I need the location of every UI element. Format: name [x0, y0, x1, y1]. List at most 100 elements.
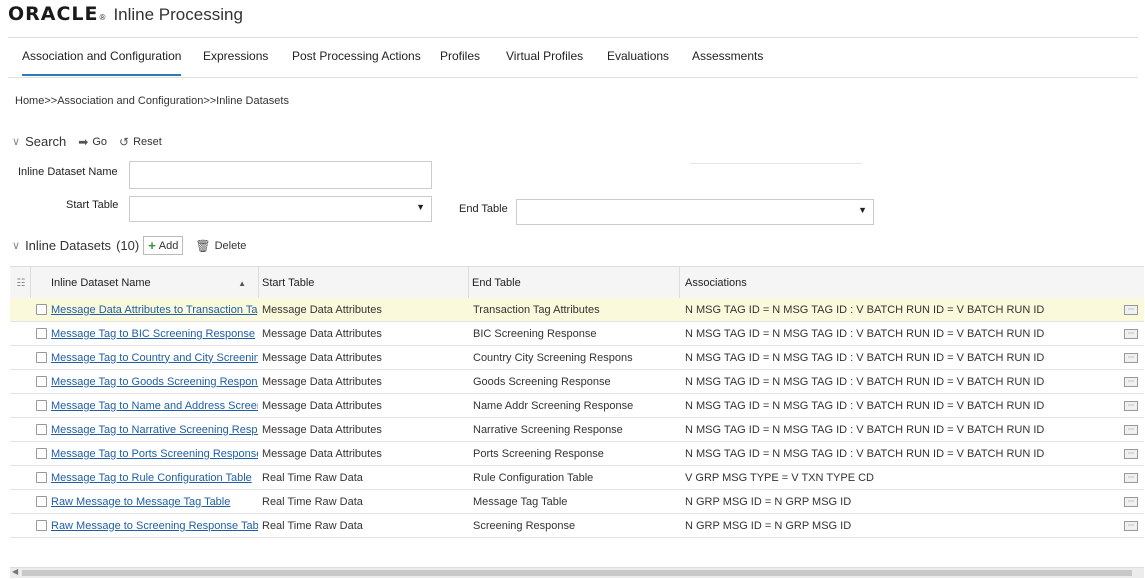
detail-icon[interactable]: ⋯ [1124, 304, 1138, 315]
column-picker-icon[interactable]: ☷ [10, 267, 30, 299]
detail-icon[interactable]: ⋯ [1124, 448, 1138, 459]
tab-evaluations[interactable]: Evaluations [607, 49, 669, 63]
detail-icon[interactable]: ⋯ [1124, 496, 1138, 507]
table-row[interactable]: Message Tag to Narrative Screening Respo… [10, 418, 1144, 442]
table-row[interactable]: Message Data Attributes to Transaction T… [10, 298, 1144, 322]
breadcrumb: Home>>Association and Configuration>>Inl… [15, 95, 289, 107]
app-title: Inline Processing [113, 5, 243, 24]
end-table-value: Country City Screening Respons [473, 351, 633, 364]
table-row[interactable]: Message Tag to Goods Screening Response M… [10, 370, 1144, 394]
end-table-value: BIC Screening Response [473, 327, 597, 340]
end-table-value: Ports Screening Response [473, 447, 604, 460]
row-checkbox[interactable] [35, 376, 47, 387]
associations-value: N MSG TAG ID = N MSG TAG ID : V BATCH RU… [685, 423, 1045, 436]
add-button[interactable]: + Add [143, 236, 184, 255]
app-header: ORACLE ® Inline Processing [0, 0, 1145, 36]
start-table-value: Message Data Attributes [262, 399, 382, 412]
detail-icon[interactable]: ⋯ [1124, 328, 1138, 339]
dataset-name-link[interactable]: Message Tag to Name and Address Screenin… [51, 400, 258, 412]
datasets-section-header: ∨ Inline Datasets (10) + Add 🗑 Delete [12, 236, 246, 255]
associations-value: N MSG TAG ID = N MSG TAG ID : V BATCH RU… [685, 303, 1045, 316]
plus-icon: + [148, 238, 156, 253]
associations-value: V GRP MSG TYPE = V TXN TYPE CD [685, 471, 874, 484]
detail-icon[interactable]: ⋯ [1124, 520, 1138, 531]
start-table-value: Message Data Attributes [262, 327, 382, 340]
table-row[interactable]: Message Tag to BIC Screening Response Mes… [10, 322, 1144, 346]
dataset-name-link[interactable]: Message Tag to Goods Screening Response [51, 376, 258, 388]
row-checkbox[interactable] [35, 352, 47, 363]
dataset-name-link[interactable]: Message Tag to Country and City Screenin… [51, 352, 258, 364]
column-header-start-table[interactable]: Start Table [258, 267, 468, 299]
row-checkbox[interactable] [35, 328, 47, 339]
search-section-header: ∨ Search ➡ Go ↺ Reset [12, 134, 162, 149]
tab-bar: Association and Configuration Expression… [8, 37, 1138, 78]
start-table-value: Real Time Raw Data [262, 495, 363, 508]
table-row[interactable]: Raw Message to Message Tag Table Real Tim… [10, 490, 1144, 514]
associations-value: N GRP MSG ID = N GRP MSG ID [685, 495, 852, 508]
go-arrow-icon: ➡ [78, 134, 89, 149]
tab-expressions[interactable]: Expressions [203, 49, 268, 63]
dataset-name-link[interactable]: Message Data Attributes to Transaction T… [51, 304, 258, 316]
start-table-value: Message Data Attributes [262, 375, 382, 388]
row-checkbox[interactable] [35, 304, 47, 315]
end-table-value: Goods Screening Response [473, 375, 611, 388]
row-checkbox[interactable] [35, 496, 47, 507]
row-checkbox[interactable] [35, 424, 47, 435]
row-checkbox[interactable] [35, 400, 47, 411]
scroll-thumb[interactable] [22, 570, 1132, 576]
datasets-title: Inline Datasets [25, 238, 112, 253]
row-checkbox[interactable] [35, 448, 47, 459]
end-table-label: End Table [459, 203, 508, 215]
dropdown-arrow-icon: ▼ [858, 205, 867, 215]
start-table-value: Real Time Raw Data [262, 471, 363, 484]
dataset-name-link[interactable]: Raw Message to Screening Response Table [51, 520, 258, 532]
chevron-down-icon[interactable]: ∨ [12, 135, 20, 148]
dataset-name-link[interactable]: Message Tag to Ports Screening Response [51, 448, 258, 460]
table-row[interactable]: Message Tag to Ports Screening Response M… [10, 442, 1144, 466]
reset-button[interactable]: ↺ Reset [119, 135, 162, 149]
start-table-value: Message Data Attributes [262, 447, 382, 460]
end-table-select[interactable]: ▼ [516, 199, 874, 225]
dataset-name-link[interactable]: Message Tag to Rule Configuration Table [51, 472, 252, 484]
table-row[interactable]: Message Tag to Rule Configuration Table R… [10, 466, 1144, 490]
detail-icon[interactable]: ⋯ [1124, 376, 1138, 387]
detail-icon[interactable]: ⋯ [1124, 352, 1138, 363]
tab-profiles[interactable]: Profiles [440, 49, 480, 63]
logo-word: ORACLE [8, 3, 99, 25]
datasets-count: (10) [116, 238, 140, 253]
sort-ascending-icon[interactable]: ▲ [238, 279, 246, 288]
table-row[interactable]: Raw Message to Screening Response Table R… [10, 514, 1144, 538]
tab-association-and-configuration[interactable]: Association and Configuration [22, 49, 182, 76]
end-table-value: Transaction Tag Attributes [473, 303, 600, 316]
detail-icon[interactable]: ⋯ [1124, 472, 1138, 483]
dropdown-arrow-icon: ▼ [416, 202, 425, 212]
row-checkbox[interactable] [35, 472, 47, 483]
start-table-select[interactable]: ▼ [129, 196, 432, 222]
go-button[interactable]: ➡ Go [78, 135, 107, 149]
tab-post-processing-actions[interactable]: Post Processing Actions [292, 49, 421, 63]
delete-button[interactable]: 🗑 Delete [195, 239, 246, 253]
horizontal-scrollbar[interactable]: ◀ [10, 567, 1144, 578]
associations-value: N MSG TAG ID = N MSG TAG ID : V BATCH RU… [685, 375, 1045, 388]
column-header-associations[interactable]: Associations [679, 267, 1144, 299]
reset-icon: ↺ [119, 134, 130, 149]
column-header-name[interactable]: Inline Dataset Name ▲ [30, 267, 258, 299]
column-header-end-table[interactable]: End Table [468, 267, 679, 299]
tab-assessments[interactable]: Assessments [692, 49, 763, 63]
dataset-name-link[interactable]: Message Tag to BIC Screening Response [51, 328, 255, 340]
table-row[interactable]: Message Tag to Name and Address Screenin… [10, 394, 1144, 418]
dataset-name-input[interactable] [129, 161, 432, 189]
row-checkbox[interactable] [35, 520, 47, 531]
tab-virtual-profiles[interactable]: Virtual Profiles [506, 49, 583, 63]
oracle-logo: ORACLE ® Inline Processing [8, 3, 243, 25]
start-table-value: Real Time Raw Data [262, 519, 363, 532]
detail-icon[interactable]: ⋯ [1124, 424, 1138, 435]
detail-icon[interactable]: ⋯ [1124, 400, 1138, 411]
dataset-name-link[interactable]: Raw Message to Message Tag Table [51, 496, 230, 508]
chevron-down-icon[interactable]: ∨ [12, 239, 20, 252]
scroll-left-icon[interactable]: ◀ [12, 567, 18, 576]
start-table-value: Message Data Attributes [262, 423, 382, 436]
table-row[interactable]: Message Tag to Country and City Screenin… [10, 346, 1144, 370]
dataset-name-link[interactable]: Message Tag to Narrative Screening Respo… [51, 424, 258, 436]
start-table-label: Start Table [66, 199, 119, 211]
